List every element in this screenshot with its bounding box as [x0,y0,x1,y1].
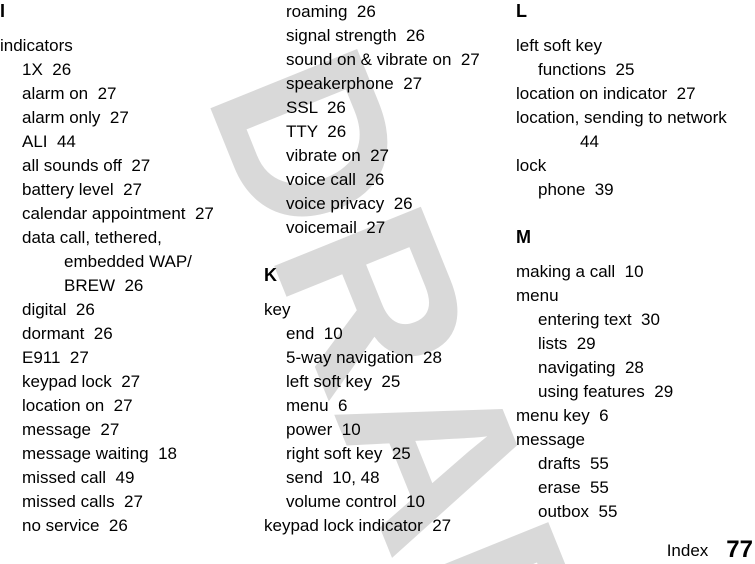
index-entry[interactable]: navigating 28 [516,356,755,380]
heading-spacer [264,286,504,298]
index-page: I indicators 1X 26 alarm on 27 alarm onl… [0,0,755,564]
index-entry[interactable]: sound on & vibrate on 27 [264,48,504,72]
index-entry[interactable]: 1X 26 [0,58,250,82]
section-heading-k: K [264,265,277,285]
index-entry-list-2: key end 10 5-way navigation 28 left soft… [264,298,504,538]
section-heading-l: L [516,1,527,21]
footer-section-label: Index [666,541,709,560]
index-entry[interactable]: using features 29 [516,380,755,404]
index-entry-list-4: making a call 10 menu entering text 30 l… [516,260,755,524]
index-entry[interactable]: data call, tethered, [0,226,250,250]
index-entry[interactable]: outbox 55 [516,500,755,524]
index-entry-list-1: indicators 1X 26 alarm on 27 alarm only … [0,34,250,538]
index-entry[interactable]: entering text 30 [516,308,755,332]
index-entry[interactable]: lock [516,154,755,178]
index-entry[interactable]: voicemail 27 [264,216,504,240]
index-entry[interactable]: key [264,298,504,322]
index-entry[interactable]: location, sending to network [516,106,755,130]
index-entry[interactable]: end 10 [264,322,504,346]
index-entry[interactable]: missed call 49 [0,466,250,490]
index-entry[interactable]: BREW 26 [0,274,250,298]
index-entry[interactable]: indicators [0,34,250,58]
index-entry[interactable]: signal strength 26 [264,24,504,48]
index-entry[interactable]: left soft key 25 [264,370,504,394]
index-entry[interactable]: speakerphone 27 [264,72,504,96]
index-entry-list-3: left soft key functions 25 location on i… [516,34,755,202]
page-footer: Index 77 [0,528,755,562]
index-entry[interactable]: E911 27 [0,346,250,370]
index-entry[interactable]: erase 55 [516,476,755,500]
index-entry[interactable]: 44 [516,130,755,154]
index-entry[interactable]: menu 6 [264,394,504,418]
heading-spacer [0,22,250,34]
index-entry[interactable]: right soft key 25 [264,442,504,466]
index-entry[interactable]: battery level 27 [0,178,250,202]
index-entry[interactable]: alarm only 27 [0,106,250,130]
index-entry[interactable]: dormant 26 [0,322,250,346]
index-entry[interactable]: all sounds off 27 [0,154,250,178]
index-entry[interactable]: vibrate on 27 [264,144,504,168]
index-entry[interactable]: embedded WAP/ [0,250,250,274]
index-entry[interactable]: message 27 [0,418,250,442]
index-entry[interactable]: location on 27 [0,394,250,418]
index-entry[interactable]: drafts 55 [516,452,755,476]
index-entry[interactable]: location on indicator 27 [516,82,755,106]
index-entry[interactable]: SSL 26 [264,96,504,120]
heading-spacer [516,248,755,260]
index-entry-list-2-continued: roaming 26 signal strength 26 sound on &… [264,0,504,240]
page-number: 77 [726,536,753,563]
section-heading-m: M [516,227,531,247]
index-entry[interactable]: send 10, 48 [264,466,504,490]
index-column-2: roaming 26 signal strength 26 sound on &… [264,0,504,538]
index-entry[interactable]: power 10 [264,418,504,442]
index-entry[interactable]: calendar appointment 27 [0,202,250,226]
index-entry[interactable]: digital 26 [0,298,250,322]
index-entry[interactable]: keypad lock 27 [0,370,250,394]
index-entry[interactable]: phone 39 [516,178,755,202]
index-entry[interactable]: roaming 26 [264,0,504,24]
index-entry[interactable]: functions 25 [516,58,755,82]
heading-spacer [516,22,755,34]
index-entry[interactable]: volume control 10 [264,490,504,514]
index-entry[interactable]: TTY 26 [264,120,504,144]
index-entry[interactable]: left soft key [516,34,755,58]
index-entry[interactable]: menu [516,284,755,308]
index-entry[interactable]: menu key 6 [516,404,755,428]
index-entry[interactable]: voice call 26 [264,168,504,192]
index-entry[interactable]: message [516,428,755,452]
index-entry[interactable]: message waiting 18 [0,442,250,466]
index-entry[interactable]: voice privacy 26 [264,192,504,216]
index-entry[interactable]: making a call 10 [516,260,755,284]
index-entry[interactable]: alarm on 27 [0,82,250,106]
index-column-3: L left soft key functions 25 location on… [516,0,755,524]
index-entry[interactable]: lists 29 [516,332,755,356]
index-entry[interactable]: missed calls 27 [0,490,250,514]
section-heading-i: I [0,1,6,21]
index-column-1: I indicators 1X 26 alarm on 27 alarm onl… [0,0,250,538]
index-entry[interactable]: 5-way navigation 28 [264,346,504,370]
index-entry[interactable]: ALI 44 [0,130,250,154]
